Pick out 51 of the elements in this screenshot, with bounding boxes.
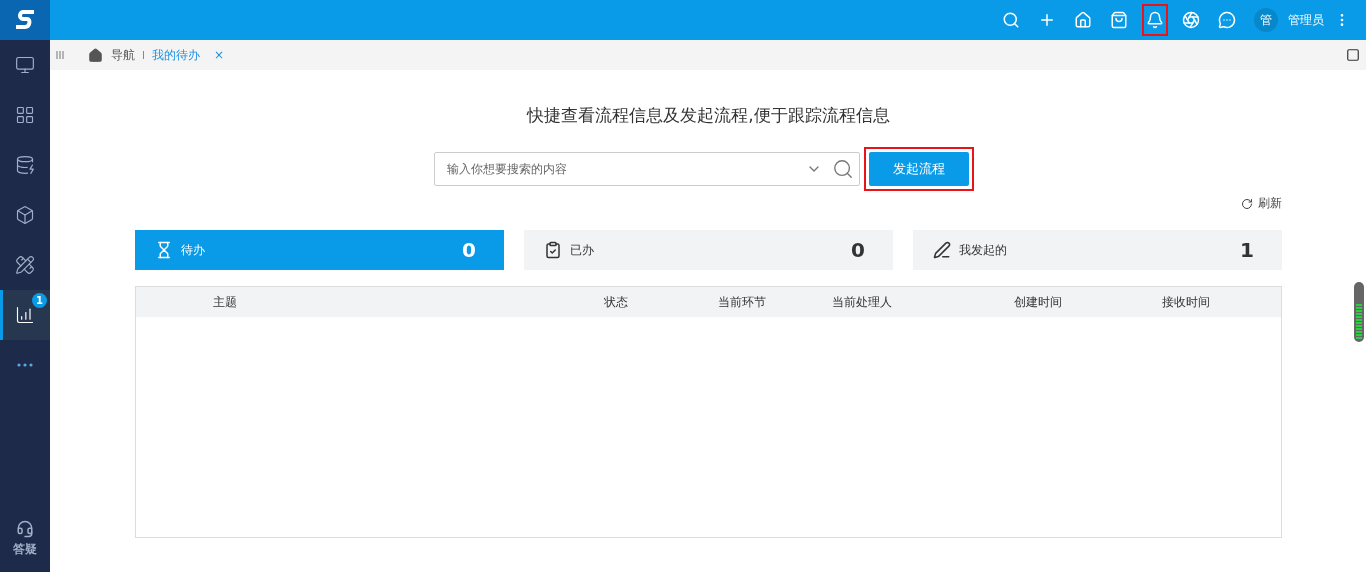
- column-header: 状态: [604, 293, 628, 311]
- hourglass-icon: [155, 241, 173, 259]
- help-label[interactable]: 答疑: [13, 541, 37, 558]
- column-header: 创建时间: [1014, 293, 1062, 311]
- database-icon: [15, 155, 35, 175]
- search-field[interactable]: 输入你想要搜索的内容: [433, 152, 860, 186]
- chat-icon[interactable]: [1218, 11, 1236, 29]
- plus-icon[interactable]: [1038, 11, 1056, 29]
- grid-icon: [15, 105, 35, 125]
- search-icon[interactable]: [1002, 11, 1020, 29]
- bell-icon[interactable]: [1146, 11, 1164, 29]
- stat-count: 1: [1240, 238, 1254, 262]
- page-heading: 快捷查看流程信息及发起流程,便于跟踪流程信息: [527, 104, 890, 127]
- refresh-icon[interactable]: [1241, 197, 1253, 210]
- menu-toggle-icon[interactable]: [56, 51, 64, 59]
- start-process-button[interactable]: 发起流程: [868, 152, 969, 186]
- column-header: 当前环节: [718, 293, 766, 311]
- pencil-ruler-icon: [15, 255, 35, 275]
- home-icon[interactable]: [88, 47, 103, 63]
- search-icon[interactable]: [831, 158, 854, 180]
- stat-count: 0: [851, 238, 865, 262]
- cube-icon: [15, 205, 35, 225]
- user-name[interactable]: 管理员: [1288, 11, 1324, 29]
- stat-label: 已办: [570, 241, 595, 259]
- sidebar-item[interactable]: 1: [0, 290, 50, 340]
- stat-card[interactable]: 待办 0: [135, 230, 504, 270]
- stat-count: 0: [462, 238, 476, 262]
- headset-icon[interactable]: [16, 520, 34, 538]
- count-badge: 1: [32, 293, 47, 308]
- column-header: 接收时间: [1162, 293, 1210, 311]
- page-tab[interactable]: 我的待办: [152, 46, 200, 64]
- stat-card[interactable]: 我发起的 1: [913, 230, 1282, 270]
- user-avatar[interactable]: 管: [1254, 8, 1278, 32]
- column-header: 当前处理人: [832, 293, 892, 311]
- bar-chart-icon: [15, 305, 35, 325]
- clipboard-check-icon: [544, 241, 562, 259]
- close-button[interactable]: ×: [214, 48, 225, 62]
- shopping-bag-icon[interactable]: [1110, 11, 1128, 29]
- level-gauge-drawing: [1354, 282, 1364, 342]
- logo-icon: [0, 0, 50, 40]
- column-header: 主题: [213, 293, 237, 311]
- pencil-icon: [933, 241, 951, 259]
- stat-label: 待办: [181, 241, 206, 259]
- aperture-icon[interactable]: [1182, 11, 1200, 29]
- monitor-icon: [15, 55, 35, 75]
- maximize-icon[interactable]: [1346, 48, 1360, 62]
- nav-link[interactable]: 导航: [111, 46, 135, 64]
- refresh-link[interactable]: 刷新: [1258, 195, 1282, 212]
- stat-label: 我发起的: [959, 241, 1008, 259]
- stat-card[interactable]: 已办 0: [524, 230, 893, 270]
- more-icon: [17, 363, 33, 367]
